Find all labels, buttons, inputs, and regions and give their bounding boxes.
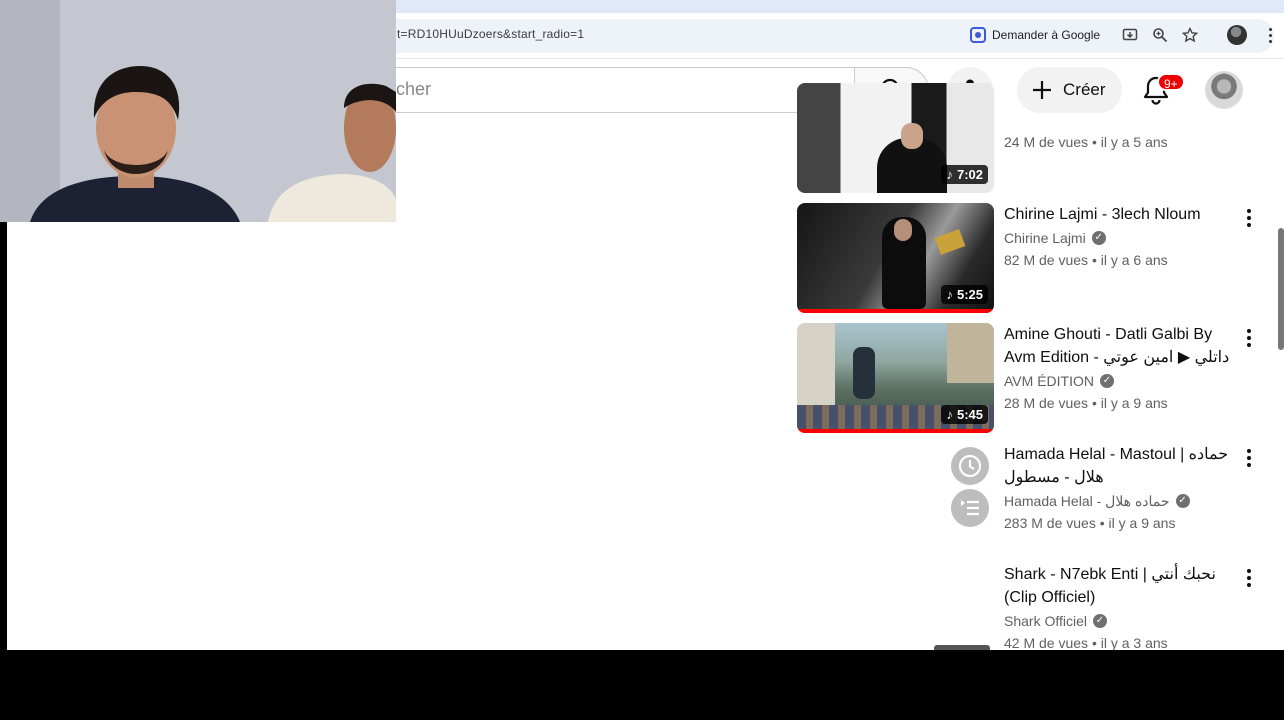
add-to-queue-button[interactable]	[951, 489, 989, 527]
video-title[interactable]: Amine Ghouti - Datli Galbi By Avm Editio…	[1004, 323, 1236, 369]
more-options-icon[interactable]	[1244, 327, 1254, 349]
bookmark-star-icon[interactable]	[1180, 25, 1200, 45]
video-meta: 24 M de vues • il y a 5 ans	[1004, 131, 1236, 153]
chrome-profile-avatar[interactable]	[1227, 25, 1247, 45]
related-video-item[interactable]: Shark - N7ebk Enti | نحبك أنتي (Clip Off…	[797, 563, 1267, 650]
video-stats: 82 M de vues • il y a 6 ans	[1004, 252, 1168, 268]
ask-google-label: Demander à Google	[992, 28, 1101, 42]
video-meta: Amine Ghouti - Datli Galbi By Avm Editio…	[1004, 323, 1236, 414]
recording-frame: t=RD10HUuDzoers&start_radio=1 Demander à…	[0, 0, 1284, 720]
more-options-icon[interactable]	[1244, 207, 1254, 229]
more-options-icon[interactable]	[1244, 447, 1254, 469]
video-stats: 42 M de vues • il y a 3 ans	[1004, 635, 1168, 650]
watch-progress-bar	[797, 309, 994, 313]
video-thumbnail[interactable]: ♪ 5:25	[797, 203, 994, 313]
duration-badge: ♪ 5:45	[941, 405, 988, 424]
related-video-item[interactable]: ♪ 5:25 Chirine Lajmi - 3lech Nloum Chirin…	[797, 203, 1267, 313]
ask-google-button[interactable]: Demander à Google	[962, 20, 1108, 50]
channel-name[interactable]: Hamada Helal - حماده هلال ✓	[1004, 490, 1236, 512]
video-meta: Hamada Helal - Mastoul | حماده هلال - مس…	[1004, 443, 1236, 534]
video-meta: Chirine Lajmi - 3lech Nloum Chirine Lajm…	[1004, 203, 1236, 271]
video-stats: 24 M de vues • il y a 5 ans	[1004, 134, 1168, 150]
add-to-queue-icon	[961, 500, 979, 516]
video-meta: Shark - N7ebk Enti | نحبك أنتي (Clip Off…	[1004, 563, 1236, 650]
watch-progress-bar	[797, 429, 994, 433]
chrome-menu-icon[interactable]	[1262, 25, 1278, 45]
music-note-icon: ♪	[946, 407, 953, 422]
related-video-item[interactable]: ♪ 5:45 Amine Ghouti - Datli Galbi By Avm …	[797, 323, 1267, 433]
verified-icon: ✓	[1175, 494, 1190, 508]
verified-icon: ✓	[1093, 614, 1107, 628]
more-options-icon[interactable]	[1244, 567, 1254, 589]
webcam-people-image	[0, 0, 396, 222]
related-video-item[interactable]: Hamada Helal - Mastoul | حماده هلال - مس…	[797, 443, 1267, 553]
verified-icon: ✓	[1099, 374, 1114, 388]
video-thumbnail[interactable]: ♪ 7:02	[797, 83, 994, 193]
watch-later-button[interactable]	[951, 447, 989, 485]
music-note-icon: ♪	[946, 167, 953, 182]
page-scrollbar[interactable]	[1278, 228, 1284, 350]
duration-badge: ♪ 5:25	[941, 285, 988, 304]
watch-later-icon	[958, 454, 982, 478]
thumbnail-edge	[934, 645, 990, 650]
video-title[interactable]: Shark - N7ebk Enti | نحبك أنتي (Clip Off…	[1004, 563, 1236, 609]
url-text[interactable]: t=RD10HUuDzoers&start_radio=1	[397, 27, 584, 41]
duration-badge: ♪ 7:02	[941, 165, 988, 184]
music-note-icon: ♪	[946, 287, 953, 302]
install-app-icon[interactable]	[1120, 25, 1140, 45]
channel-name[interactable]: AVM ÉDITION ✓	[1004, 370, 1236, 392]
channel-name[interactable]: Shark Officiel ✓	[1004, 610, 1236, 632]
related-video-item[interactable]: ♪ 7:02 24 M de vues • il y a 5 ans	[797, 83, 1267, 193]
webcam-overlay	[0, 0, 396, 222]
video-title[interactable]: Chirine Lajmi - 3lech Nloum	[1004, 203, 1236, 226]
lens-icon	[970, 27, 986, 43]
video-stats: 28 M de vues • il y a 9 ans	[1004, 395, 1168, 411]
video-stats: 283 M de vues • il y a 9 ans	[1004, 515, 1176, 531]
channel-name[interactable]: Chirine Lajmi ✓	[1004, 227, 1236, 249]
left-border	[0, 222, 7, 650]
video-title[interactable]: Hamada Helal - Mastoul | حماده هلال - مس…	[1004, 443, 1236, 489]
video-thumbnail[interactable]: ♪ 5:45	[797, 323, 994, 433]
verified-icon: ✓	[1091, 231, 1106, 245]
zoom-icon[interactable]	[1150, 25, 1170, 45]
browser-window: t=RD10HUuDzoers&start_radio=1 Demander à…	[0, 0, 1284, 650]
search-placeholder: cher	[396, 79, 432, 99]
